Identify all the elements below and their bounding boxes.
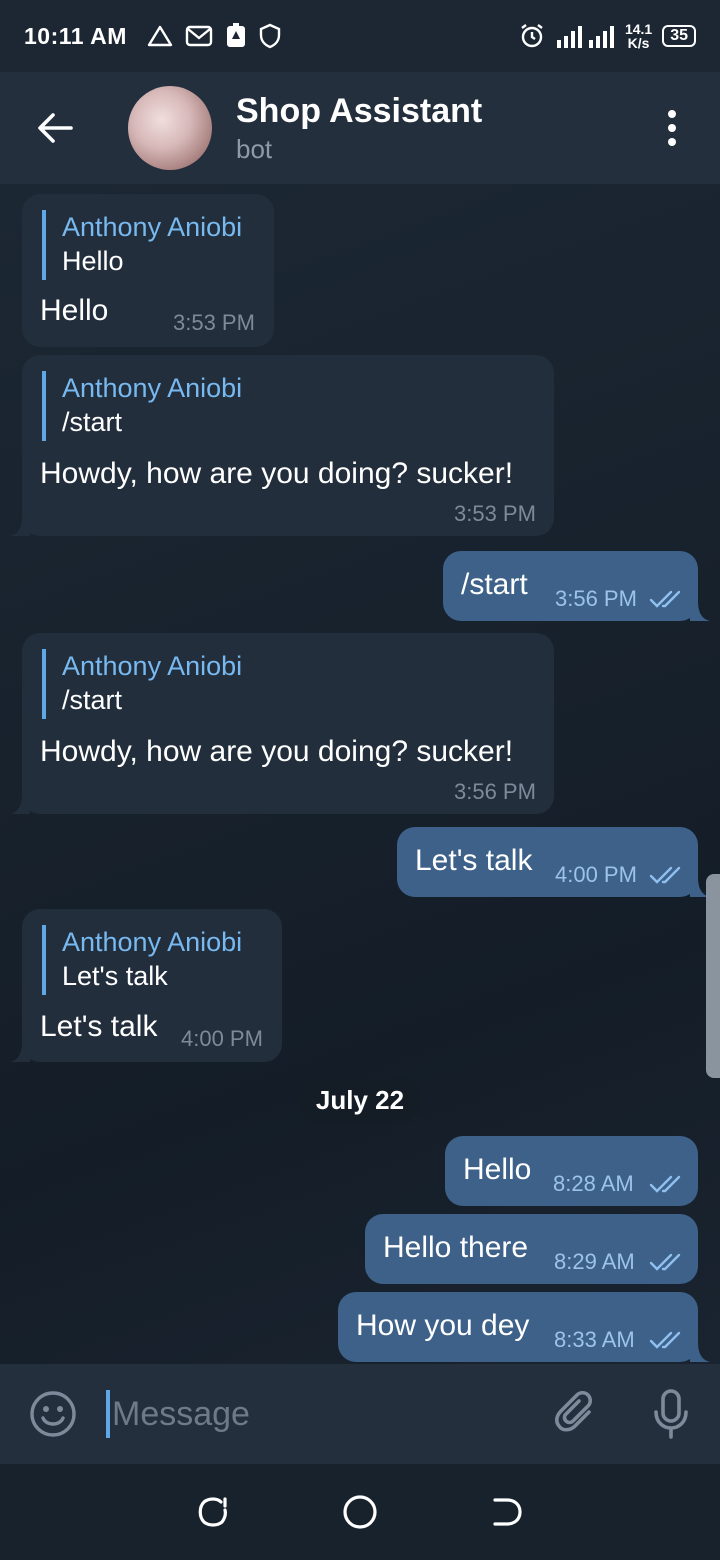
reply-quote[interactable]: Anthony Aniobi Let's talk <box>42 925 242 995</box>
arrow-left-icon <box>38 113 73 143</box>
system-icons: 14.1 K/s 35 <box>519 22 696 50</box>
bubble-tail <box>690 601 710 621</box>
emoji-button[interactable] <box>0 1364 106 1464</box>
notification-icons <box>147 23 281 49</box>
mail-icon <box>185 25 213 47</box>
message-placeholder: Message <box>112 1394 250 1433</box>
message-text: Hello <box>40 294 109 327</box>
outgoing-message[interactable]: Hello there 8:29 AM <box>365 1214 698 1284</box>
shield-icon <box>259 23 281 49</box>
outgoing-message[interactable]: How you dey 8:33 AM <box>338 1292 698 1362</box>
network-speed: 14.1 K/s <box>625 22 652 50</box>
message-time: 8:33 AM <box>554 1327 635 1352</box>
outgoing-message[interactable]: Hello 8:28 AM <box>445 1136 698 1206</box>
bot-avatar[interactable] <box>128 86 212 170</box>
back-button[interactable] <box>0 72 110 184</box>
scrollbar-handle[interactable] <box>706 874 720 1078</box>
message-input[interactable]: Message <box>106 1364 532 1464</box>
reply-text: Hello <box>62 246 124 276</box>
chat-subtitle: bot <box>236 134 273 164</box>
reply-quote[interactable]: Anthony Aniobi /start <box>42 371 242 441</box>
recent-apps-icon <box>198 1497 228 1527</box>
reply-author: Anthony Aniobi <box>62 212 243 242</box>
battery-level: 35 <box>662 25 696 47</box>
warning-triangle-icon <box>147 25 173 47</box>
more-vertical-icon <box>668 110 676 118</box>
attach-button[interactable] <box>532 1364 622 1464</box>
message-text: Howdy, how are you doing? sucker! <box>40 457 514 490</box>
message-text: /start <box>461 568 528 601</box>
reply-text: Let's talk <box>62 961 168 991</box>
chat-title-block[interactable]: Shop Assistant bot <box>236 91 482 165</box>
status-time: 10:11 AM <box>24 22 127 49</box>
double-check-icon <box>649 1253 681 1271</box>
speed-unit: K/s <box>627 35 650 51</box>
system-back-button[interactable] <box>477 1482 537 1542</box>
home-circle-icon <box>343 1495 377 1529</box>
reply-quote[interactable]: Anthony Aniobi Hello <box>42 210 242 280</box>
back-gesture-icon <box>493 1498 522 1526</box>
message-text: How you dey <box>356 1309 530 1342</box>
recent-apps-button[interactable] <box>183 1482 243 1542</box>
voice-record-button[interactable] <box>622 1364 720 1464</box>
message-time: 4:00 PM <box>555 862 637 887</box>
message-text: Howdy, how are you doing? sucker! <box>40 735 514 768</box>
paperclip-icon <box>555 1390 593 1432</box>
reply-author: Anthony Aniobi <box>62 651 243 681</box>
battery-saver-icon <box>226 23 245 47</box>
microphone-icon <box>654 1389 688 1439</box>
alarm-icon <box>521 24 543 48</box>
bubble-tail <box>690 1342 710 1362</box>
bubble-tail <box>10 516 30 536</box>
reply-quote[interactable]: Anthony Aniobi /start <box>42 649 242 719</box>
chat-header: Shop Assistant bot <box>0 72 720 184</box>
chat-title: Shop Assistant <box>236 92 483 130</box>
home-button[interactable] <box>330 1482 390 1542</box>
bubble-tail <box>10 794 30 814</box>
double-check-icon <box>649 1175 681 1193</box>
reply-author: Anthony Aniobi <box>62 927 243 957</box>
emoji-icon <box>30 1391 76 1437</box>
outgoing-message[interactable]: Let's talk 4:00 PM <box>397 827 698 897</box>
double-check-icon <box>649 1331 681 1349</box>
system-navigation-bar <box>0 1464 720 1560</box>
more-vertical-icon <box>668 124 676 132</box>
incoming-message[interactable]: Anthony Aniobi /start Howdy, how are you… <box>22 633 554 814</box>
incoming-message[interactable]: Anthony Aniobi Hello Hello 3:53 PM <box>22 194 274 347</box>
outgoing-message[interactable]: /start 3:56 PM <box>443 551 698 621</box>
text-caret <box>106 1390 110 1438</box>
incoming-message[interactable]: Anthony Aniobi Let's talk Let's talk 4:0… <box>22 909 282 1062</box>
message-time: 3:53 PM <box>454 501 536 526</box>
message-time: 3:56 PM <box>454 779 536 804</box>
message-text: Hello <box>463 1153 532 1186</box>
message-time: 3:56 PM <box>555 586 637 611</box>
double-check-icon <box>649 866 681 884</box>
date-divider: July 22 <box>298 1078 422 1122</box>
reply-text: /start <box>62 407 123 437</box>
message-text: Hello there <box>383 1231 529 1264</box>
message-text: Let's talk <box>40 1010 158 1043</box>
message-text: Let's talk <box>415 844 533 877</box>
message-composer: Message <box>0 1364 720 1464</box>
signal-strength-icon <box>556 26 614 48</box>
message-time: 8:28 AM <box>553 1171 634 1196</box>
reply-author: Anthony Aniobi <box>62 373 243 403</box>
bubble-tail <box>10 1042 30 1062</box>
speed-value: 14.1 <box>624 21 653 37</box>
message-time: 4:00 PM <box>181 1026 263 1051</box>
message-list[interactable]: Anthony Aniobi Hello Hello 3:53 PM Antho… <box>0 184 720 1364</box>
message-time: 8:29 AM <box>554 1249 635 1274</box>
message-time: 3:53 PM <box>173 310 255 335</box>
more-options-button[interactable] <box>624 72 720 184</box>
reply-text: /start <box>62 685 123 715</box>
more-vertical-icon <box>668 138 676 146</box>
double-check-icon <box>649 590 681 608</box>
incoming-message[interactable]: Anthony Aniobi /start Howdy, how are you… <box>22 355 554 536</box>
status-bar: 10:11 AM 14.1 K/s 35 <box>0 0 720 72</box>
